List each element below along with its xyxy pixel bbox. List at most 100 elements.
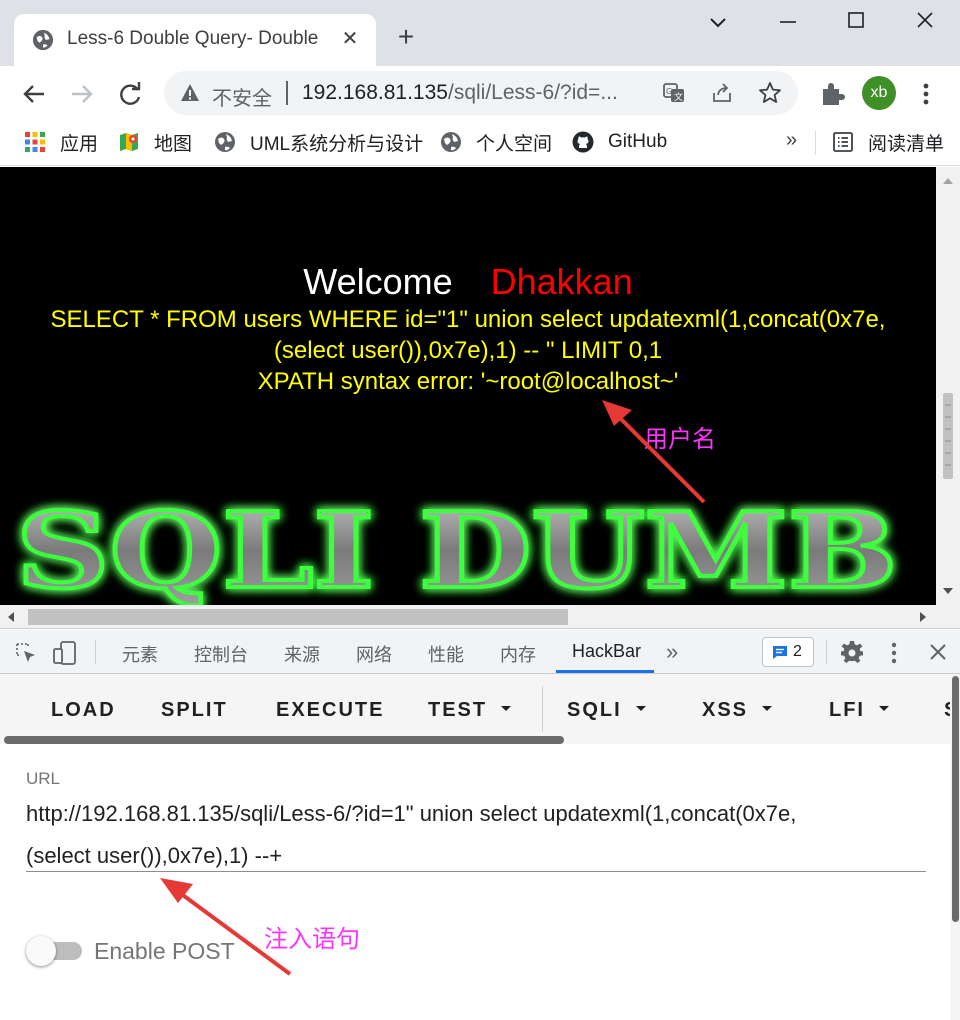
tab-strip: Less-6 Double Query- Double ✕ + xyxy=(0,0,960,66)
chevron-down-icon xyxy=(879,706,889,712)
tab-hackbar[interactable]: HackBar xyxy=(572,641,641,662)
inspect-element-icon[interactable] xyxy=(14,641,38,665)
security-label[interactable]: 不安全 xyxy=(212,82,272,111)
page-vertical-scrollbar[interactable] xyxy=(936,167,960,605)
enable-post-toggle-thumb[interactable] xyxy=(26,936,56,966)
hackbar-body: URL http://192.168.81.135/sqli/Less-6/?i… xyxy=(0,745,950,1020)
warning-icon[interactable] xyxy=(180,83,200,103)
reload-icon[interactable] xyxy=(114,78,146,110)
button-label: EXECUTE xyxy=(276,699,385,721)
back-icon[interactable] xyxy=(18,78,50,110)
bookmark-star-icon[interactable] xyxy=(758,81,782,105)
devtools-separator xyxy=(95,640,96,664)
message-icon xyxy=(773,646,787,659)
xss-dropdown[interactable]: XSS xyxy=(702,699,773,722)
globe-icon xyxy=(215,132,235,152)
url-line-1: http://192.168.81.135/sqli/Less-6/?id=1"… xyxy=(26,801,797,826)
svg-text:文: 文 xyxy=(674,91,683,103)
bookmark-label: 应用 xyxy=(60,133,99,155)
globe-icon xyxy=(441,132,461,152)
load-button[interactable]: LOAD xyxy=(51,699,116,722)
url-path: /sqli/Less-6/?id=... xyxy=(447,81,618,104)
enable-post-label: Enable POST xyxy=(94,938,235,964)
maximize-button[interactable] xyxy=(836,8,876,38)
button-label: LFI xyxy=(829,699,865,721)
devtools-scrollbar-thumb[interactable] xyxy=(952,676,959,922)
url-text[interactable]: 192.168.81.135/sqli/Less-6/?id=... xyxy=(302,81,618,105)
page-viewport: Welcome Dhakkan SELECT * FROM users WHERE… xyxy=(0,167,936,605)
address-separator xyxy=(286,81,288,105)
error-message: XPATH syntax error: '~root@localhost~' xyxy=(257,368,679,395)
button-label: SPLIT xyxy=(161,699,228,721)
bookmark-personal-space[interactable]: 个人空间 xyxy=(440,128,552,156)
query-line-2: (select user()),0x7e),1) -- " LIMIT 0,1 xyxy=(273,337,663,364)
close-tab-icon[interactable]: ✕ xyxy=(338,26,362,52)
profile-avatar[interactable]: xb xyxy=(862,76,896,110)
devtools-tabbar: 元素 控制台 来源 网络 性能 内存 HackBar » 2 xyxy=(0,630,960,674)
tab-console[interactable]: 控制台 xyxy=(194,641,248,667)
new-tab-button[interactable]: + xyxy=(391,22,421,52)
apps-grid-icon xyxy=(25,132,45,152)
issues-badge[interactable]: 2 xyxy=(762,637,814,667)
settings-gear-icon[interactable] xyxy=(840,641,864,665)
devtools-separator xyxy=(826,640,827,664)
page-hscroll-graphics xyxy=(8,609,926,625)
lfi-dropdown[interactable]: LFI xyxy=(829,699,889,722)
translate-icon[interactable]: 文 G xyxy=(662,81,686,105)
browser-toolbar: 不安全 192.168.81.135/sqli/Less-6/?id=... 文… xyxy=(0,66,960,120)
bookmark-label: 地图 xyxy=(154,133,193,155)
browser-tab[interactable]: Less-6 Double Query- Double ✕ xyxy=(14,14,376,66)
page-horizontal-scrollbar[interactable] xyxy=(0,605,960,629)
tab-performance[interactable]: 性能 xyxy=(428,641,464,667)
extensions-icon[interactable] xyxy=(816,78,848,110)
execute-button[interactable]: EXECUTE xyxy=(276,699,384,722)
button-label: SQLI xyxy=(567,699,622,721)
test-dropdown[interactable]: TEST xyxy=(428,699,512,722)
forward-icon[interactable] xyxy=(66,78,98,110)
reading-list-icon xyxy=(833,132,853,152)
bookmark-apps[interactable]: 应用 xyxy=(24,128,98,156)
tab-search-icon[interactable] xyxy=(698,8,738,38)
tab-sources[interactable]: 来源 xyxy=(284,641,320,667)
close-devtools-icon[interactable] xyxy=(928,642,948,662)
tab-title: Less-6 Double Query- Double xyxy=(67,28,319,49)
more-tabs-icon[interactable]: » xyxy=(666,639,678,665)
tab-elements[interactable]: 元素 xyxy=(122,641,158,667)
github-icon xyxy=(572,131,594,153)
share-icon[interactable] xyxy=(710,81,734,105)
device-toolbar-icon[interactable] xyxy=(52,640,78,666)
more-bookmarks-icon[interactable]: » xyxy=(786,129,797,152)
bookmark-uml[interactable]: UML系统分析与设计 xyxy=(214,128,423,156)
active-tab-indicator xyxy=(556,670,654,673)
bookmark-maps[interactable]: 地图 xyxy=(118,128,192,156)
tab-memory[interactable]: 内存 xyxy=(500,641,536,667)
split-button[interactable]: SPLIT xyxy=(161,699,228,722)
url-textarea[interactable]: http://192.168.81.135/sqli/Less-6/?id=1"… xyxy=(26,793,926,877)
chevron-down-icon xyxy=(762,706,773,712)
button-label: TEST xyxy=(428,699,488,721)
chevron-down-icon xyxy=(635,706,646,712)
url-field-label: URL xyxy=(26,769,61,788)
reading-list[interactable]: 阅读清单 xyxy=(832,128,944,156)
hackbar-toolbar-scrollbar[interactable] xyxy=(4,736,564,744)
globe-icon xyxy=(32,29,54,51)
bookmark-github[interactable]: GitHub xyxy=(572,128,667,156)
hackbar-toolbar: LOAD SPLIT EXECUTE TEST SQLI XSS LFI S xyxy=(0,674,950,744)
bookmark-label: 个人空间 xyxy=(476,133,553,155)
tab-network[interactable]: 网络 xyxy=(356,641,392,667)
welcome-text: Welcome xyxy=(303,261,453,302)
close-window-button[interactable] xyxy=(905,8,945,38)
address-bar[interactable]: 不安全 192.168.81.135/sqli/Less-6/?id=... 文… xyxy=(164,71,798,115)
banner-text: SQLI DUMB S xyxy=(16,489,936,605)
menu-dots-icon[interactable] xyxy=(910,78,942,110)
issues-count: 2 xyxy=(793,643,802,660)
url-host: 192.168.81.135 xyxy=(302,81,448,104)
reading-list-label: 阅读清单 xyxy=(868,133,945,155)
minimize-button[interactable] xyxy=(768,8,808,38)
svg-text:G: G xyxy=(666,87,672,96)
maps-icon xyxy=(120,133,138,151)
sqli-dropdown[interactable]: SQLI xyxy=(567,699,646,722)
devtools-menu-icon[interactable] xyxy=(884,641,904,665)
button-label: XSS xyxy=(702,699,749,721)
annotation-injection: 注入语句 xyxy=(264,926,360,953)
